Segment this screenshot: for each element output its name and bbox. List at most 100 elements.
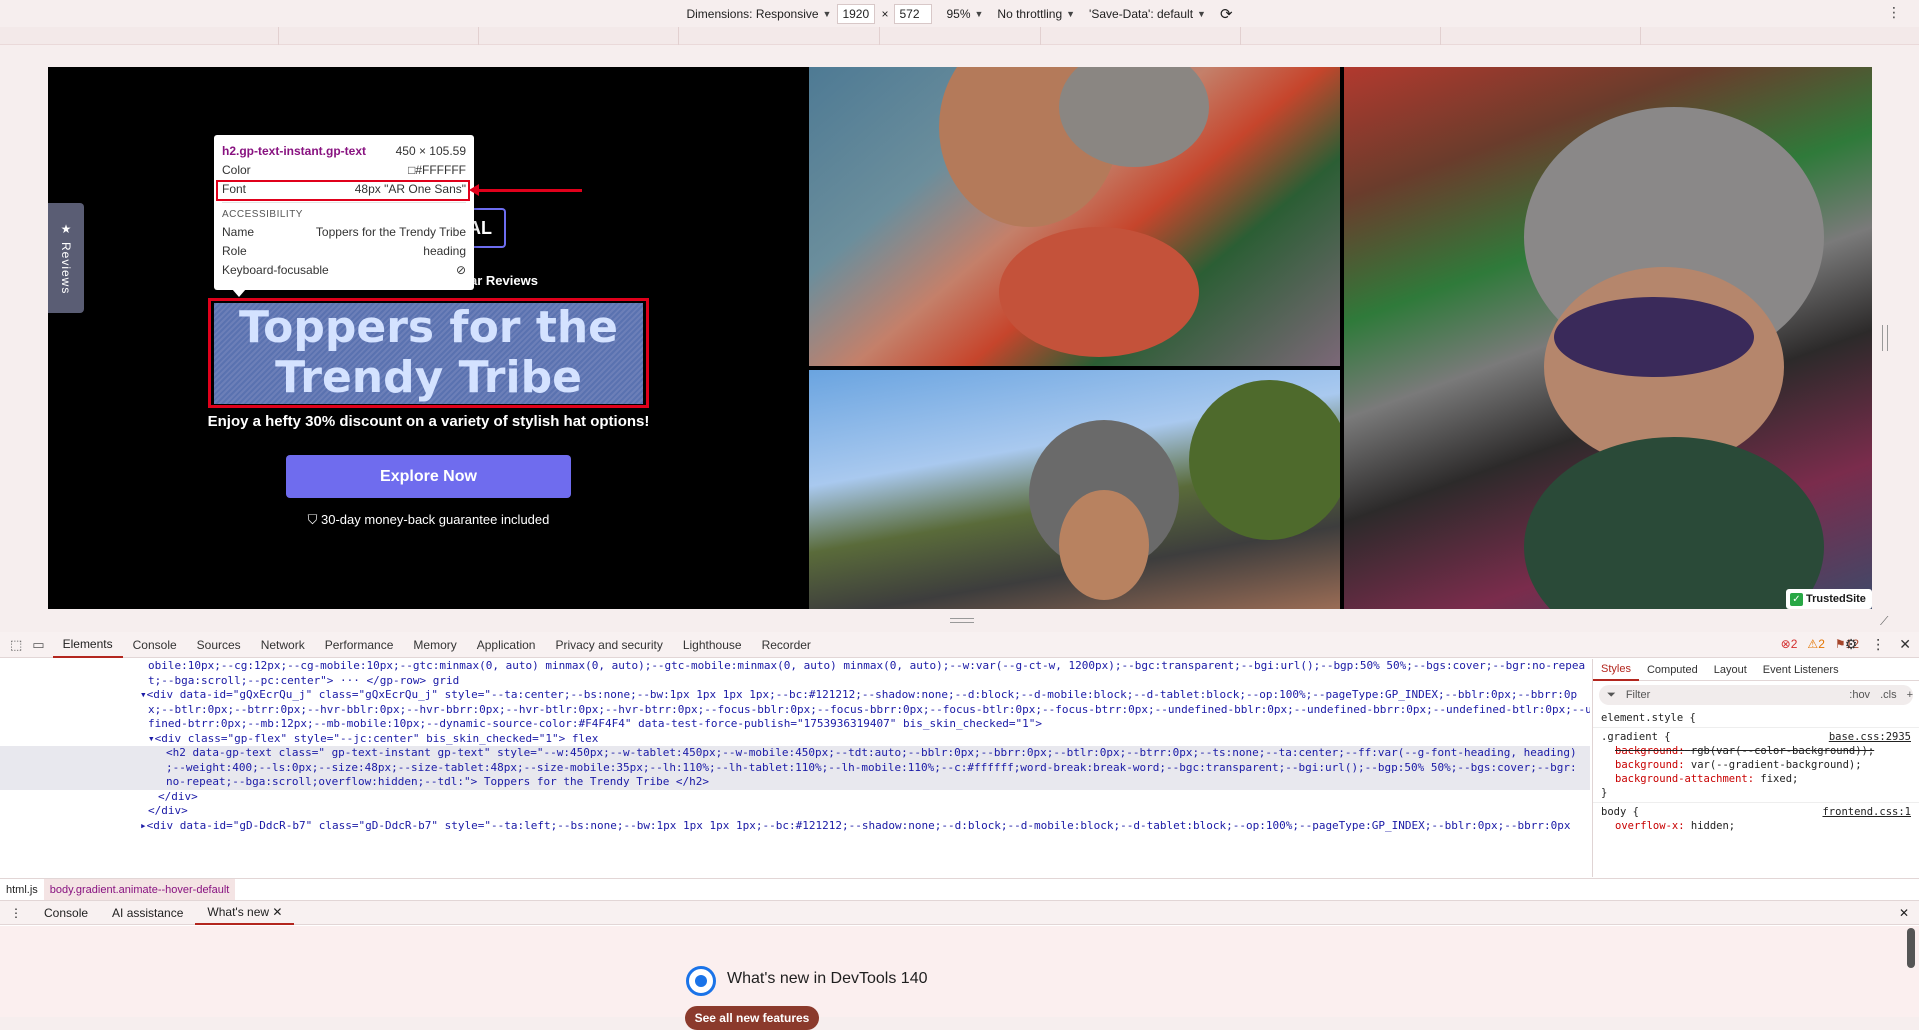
drawer-tabbar: ⋮ Console AI assistance What's new ✕ ✕ <box>0 900 1919 925</box>
drawer-menu-icon[interactable]: ⋮ <box>0 906 32 920</box>
close-icon[interactable]: ✕ <box>272 905 282 919</box>
ruler-tick <box>478 27 479 45</box>
annotation-arrow <box>469 184 582 196</box>
warning-count: 2 <box>1818 637 1825 651</box>
tab-console[interactable]: Console <box>123 632 187 658</box>
rule-body-source-link[interactable]: frontend.css:1 <box>1822 805 1911 819</box>
css-prop[interactable]: background-attachment: <box>1601 773 1754 785</box>
not-allowed-icon: ⊘ <box>455 262 466 277</box>
resize-handle-bottom[interactable] <box>950 618 974 623</box>
photo-shape <box>999 227 1199 357</box>
media-query-ruler <box>0 27 1919 45</box>
hero-photo-right <box>1344 67 1872 609</box>
css-value[interactable]: fixed; <box>1760 773 1798 785</box>
rule-close: } <box>1601 787 1608 799</box>
drawer-tab-ai-assistance[interactable]: AI assistance <box>100 906 195 920</box>
dom-line-selected[interactable]: ;--weight:400;--ls:0px;--size:48px;--siz… <box>0 760 1590 775</box>
ruler-tick <box>278 27 279 45</box>
dom-line[interactable]: t;--bga:scroll;--pc:center"> ··· </gp-ro… <box>0 674 1590 689</box>
dom-line[interactable]: x;--btlr:0px;--btrr:0px;--hvr-bblr:0px;-… <box>0 703 1590 718</box>
close-drawer-icon[interactable]: ✕ <box>1899 906 1909 920</box>
tab-application[interactable]: Application <box>467 632 546 658</box>
drawer-tab-whats-new[interactable]: What's new ✕ <box>195 900 295 925</box>
tab-elements[interactable]: Elements <box>52 632 123 658</box>
rule-gradient-source-link[interactable]: base.css:2935 <box>1829 730 1911 744</box>
drawer-scrollbar[interactable] <box>1907 928 1915 968</box>
css-value[interactable]: var(--gradient-background); <box>1691 759 1862 771</box>
css-prop[interactable]: background: <box>1601 759 1685 771</box>
more-options-icon[interactable]: ⋮ <box>1871 636 1885 653</box>
height-input[interactable] <box>894 3 933 24</box>
gear-icon[interactable]: ⚙ <box>1845 636 1858 653</box>
guarantee-text: 30-day money-back guarantee included <box>321 512 550 527</box>
dom-line[interactable]: ▾<div data-id="gQxEcrQu_j" class="gQxEcr… <box>0 688 1590 703</box>
save-data-dropdown[interactable]: 'Save-Data': default ▼ <box>1089 7 1206 21</box>
dom-line[interactable]: ▾<div class="gp-flex" style="--jc:center… <box>0 732 1590 747</box>
chevron-down-icon: ▼ <box>1066 8 1076 19</box>
tab-styles[interactable]: Styles <box>1593 659 1639 681</box>
ruler-tick <box>678 27 679 45</box>
hov-toggle[interactable]: :hov <box>1849 689 1870 701</box>
inspect-tooltip: h2.gp-text-instant.gp-text 450 × 105.59 C… <box>214 135 474 290</box>
devtools-tabbar: ⬚ ▭ Elements Console Sources Network Perf… <box>0 632 1919 658</box>
dom-line-selected[interactable]: no-repeat;--bga:scroll;overflow:hidden;-… <box>0 775 1590 790</box>
tab-privacy-security[interactable]: Privacy and security <box>545 632 672 658</box>
whats-new-panel: What's new in DevTools 140 See all new f… <box>0 926 1919 1030</box>
dom-line[interactable]: fined-btrr:0px;--mb:12px;--mb-mobile:10p… <box>0 717 1590 732</box>
star-icon: ★ <box>60 221 72 236</box>
resize-corner-icon[interactable]: ⟋ <box>1880 614 1888 629</box>
tooltip-color-value: #FFFFFF <box>415 162 466 177</box>
tab-layout[interactable]: Layout <box>1706 664 1755 676</box>
hero-heading: Toppers for the Trendy Tribe <box>214 303 643 404</box>
explore-now-button[interactable]: Explore Now <box>286 455 571 498</box>
rotate-icon[interactable]: ⟳ <box>1220 5 1233 23</box>
throttling-dropdown[interactable]: No throttling ▼ <box>997 7 1075 21</box>
tab-lighthouse[interactable]: Lighthouse <box>673 632 752 658</box>
dom-line-selected[interactable]: <h2 data-gp-text class=" gp-text-instant… <box>0 746 1590 761</box>
dom-line[interactable]: obile:10px;--cg:12px;--cg-mobile:10px;--… <box>0 659 1590 674</box>
width-input[interactable] <box>837 3 876 24</box>
tab-performance[interactable]: Performance <box>315 632 404 658</box>
trustedsite-badge[interactable]: ✓ TrustedSite <box>1786 589 1872 609</box>
photo-shape <box>1524 437 1824 609</box>
tooltip-selector: h2.gp-text-instant.gp-text <box>222 143 366 158</box>
elements-tree[interactable]: obile:10px;--cg:12px;--cg-mobile:10px;--… <box>0 659 1590 877</box>
see-all-features-button[interactable]: See all new features <box>685 1006 819 1030</box>
reviews-side-tab[interactable]: ★ Reviews <box>48 203 84 313</box>
dimensions-dropdown[interactable]: Dimensions: Responsive ▼ <box>686 7 831 21</box>
more-options-icon[interactable]: ⋮ <box>1887 4 1901 21</box>
tab-event-listeners[interactable]: Event Listeners <box>1755 664 1847 676</box>
tab-sources[interactable]: Sources <box>187 632 251 658</box>
zoom-dropdown[interactable]: 95% ▼ <box>946 7 983 21</box>
tooltip-role-label: Role <box>222 243 247 258</box>
drawer-tab-console[interactable]: Console <box>32 906 100 920</box>
css-prop[interactable]: background: <box>1601 745 1685 757</box>
dom-line[interactable]: </div> <box>0 790 1590 805</box>
device-toggle-icon[interactable]: ▭ <box>32 637 44 653</box>
photo-shape <box>1189 380 1340 540</box>
close-icon[interactable]: ✕ <box>1899 636 1911 653</box>
ruler-tick <box>1640 27 1641 45</box>
styles-filter[interactable]: ⏷ Filter :hov .cls + <box>1599 685 1913 705</box>
chrome-devtools-logo-icon <box>686 966 716 996</box>
inspect-element-icon[interactable]: ⬚ <box>10 637 22 653</box>
breadcrumb-item[interactable]: html.js <box>0 884 44 896</box>
error-count: 2 <box>1790 637 1798 651</box>
css-value[interactable]: rgb(var(--color-background)); <box>1691 745 1874 757</box>
css-value[interactable]: hidden; <box>1691 820 1735 832</box>
css-prop[interactable]: overflow-x: <box>1601 820 1685 832</box>
plus-icon[interactable]: + <box>1907 689 1913 701</box>
dom-line[interactable]: </div> <box>0 804 1590 819</box>
tab-recorder[interactable]: Recorder <box>752 632 821 658</box>
tab-memory[interactable]: Memory <box>403 632 466 658</box>
tooltip-arrow <box>232 289 246 297</box>
cls-toggle[interactable]: .cls <box>1880 689 1897 701</box>
breadcrumb: html.js body.gradient.animate--hover-def… <box>0 878 1919 901</box>
resize-handle-right[interactable] <box>1882 325 1888 351</box>
hero-photo-bottom-left <box>809 370 1340 609</box>
dom-line[interactable]: ▸<div data-id="gD-DdcR-b7" class="gD-Ddc… <box>0 819 1590 834</box>
filter-placeholder: Filter <box>1625 689 1651 701</box>
tab-computed[interactable]: Computed <box>1639 664 1706 676</box>
tab-network[interactable]: Network <box>251 632 315 658</box>
breadcrumb-item-current[interactable]: body.gradient.animate--hover-default <box>43 878 236 901</box>
